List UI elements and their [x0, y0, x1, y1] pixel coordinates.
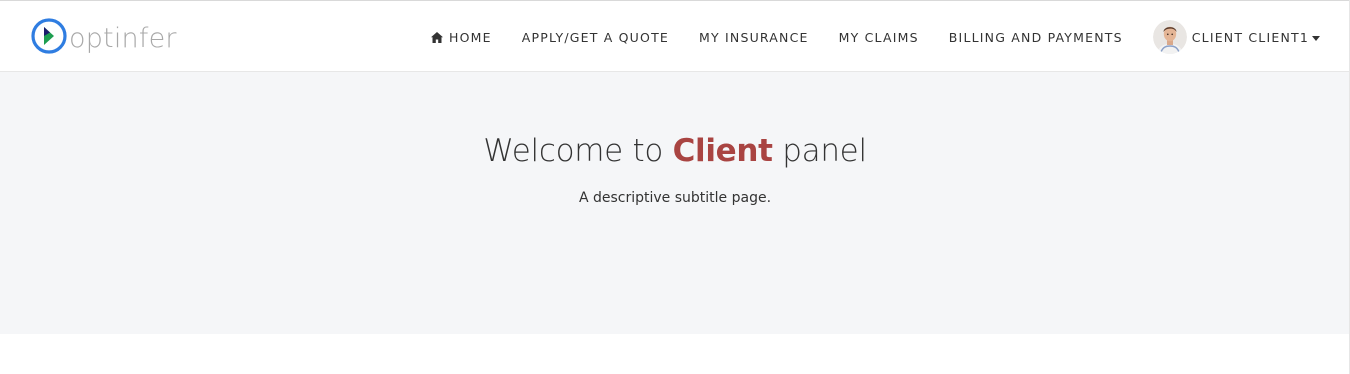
user-name-label: CLIENT CLIENT1: [1191, 29, 1309, 45]
top-navbar: optinfer HOME APPLY/GET A QUOTE MY INSUR…: [0, 0, 1350, 72]
page: optinfer HOME APPLY/GET A QUOTE MY INSUR…: [0, 0, 1350, 374]
nav-billing-payments[interactable]: BILLING AND PAYMENTS: [934, 1, 1138, 73]
nav-my-claims[interactable]: MY CLAIMS: [824, 1, 934, 73]
page-title: Welcome to Client panel: [0, 130, 1350, 172]
nav-home-label: HOME: [449, 29, 492, 45]
page-subtitle: A descriptive subtitle page.: [578, 190, 772, 206]
nav-apply-get-quote[interactable]: APPLY/GET A QUOTE: [507, 1, 684, 73]
page-title-suffix: panel: [772, 133, 867, 169]
optinfer-logo-icon: [31, 18, 67, 54]
brand-name: optinfer: [69, 22, 177, 54]
nav-my-insurance[interactable]: MY INSURANCE: [684, 1, 824, 73]
home-icon: [431, 31, 444, 43]
page-title-prefix: Welcome to: [483, 133, 673, 169]
page-title-accent: Client: [672, 133, 773, 169]
welcome-banner: Welcome to Client panel A descriptive su…: [0, 72, 1350, 334]
chevron-down-icon: [1312, 35, 1320, 41]
nav-home[interactable]: HOME: [416, 1, 507, 73]
main-nav: HOME APPLY/GET A QUOTE MY INSURANCE MY C…: [416, 1, 1320, 73]
brand-logo-link[interactable]: optinfer: [30, 14, 177, 58]
nav-apply-label: APPLY/GET A QUOTE: [521, 29, 670, 45]
avatar: [1152, 20, 1187, 54]
nav-billing-label: BILLING AND PAYMENTS: [948, 29, 1123, 45]
user-menu-dropdown[interactable]: CLIENT CLIENT1: [1138, 1, 1320, 73]
nav-my-insurance-label: MY INSURANCE: [699, 29, 809, 45]
nav-my-claims-label: MY CLAIMS: [838, 29, 919, 45]
